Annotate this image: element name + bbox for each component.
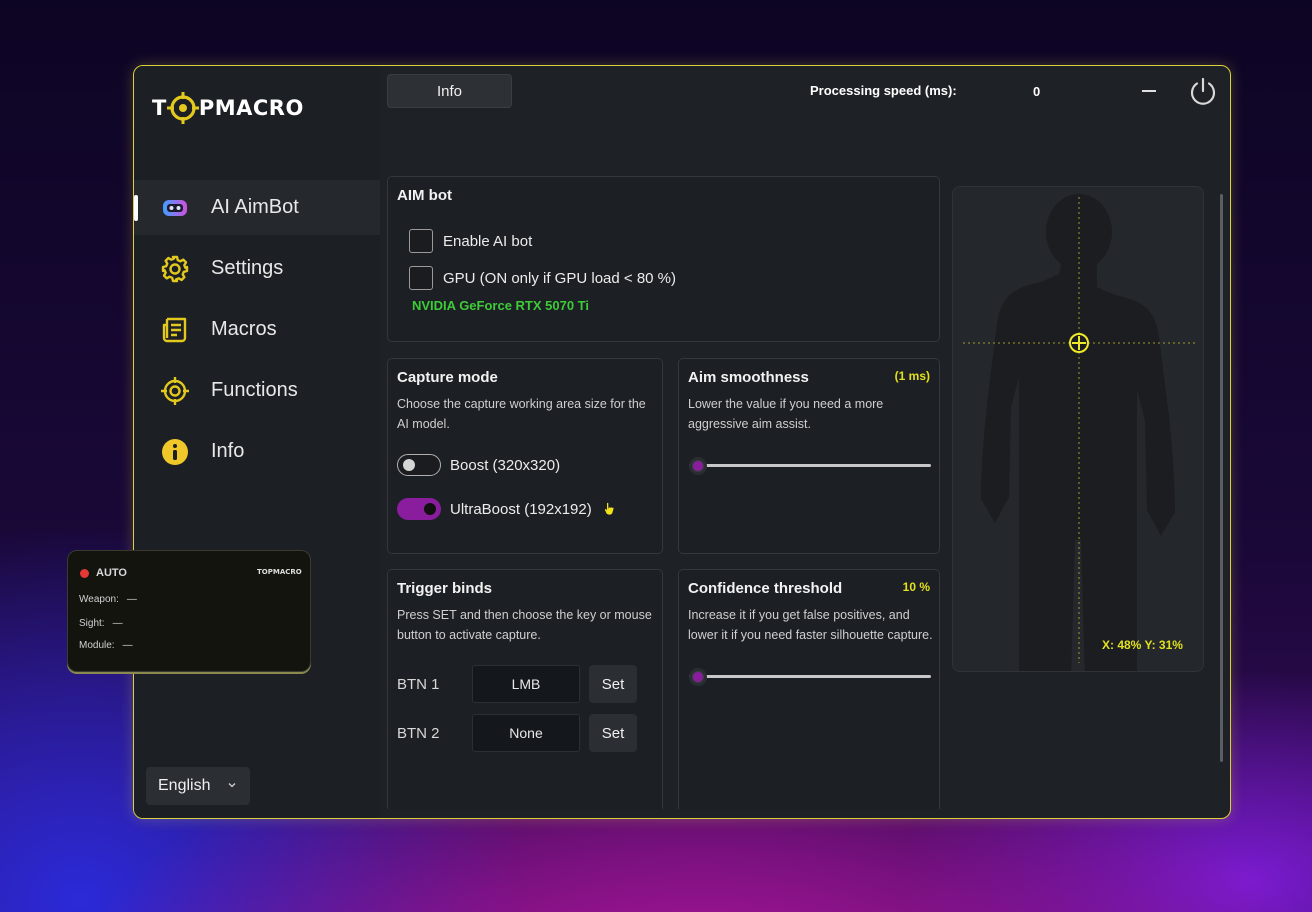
minimize-icon[interactable] <box>1142 90 1156 92</box>
sidebar-item-info[interactable]: Info <box>134 424 380 479</box>
main-content: AIM bot Enable AI bot GPU (ON only if GP… <box>380 146 1230 818</box>
sidebar-item-ai-aimbot[interactable]: AI AimBot <box>134 180 380 235</box>
slider-thumb[interactable] <box>689 668 707 686</box>
sight-value: — <box>112 618 123 629</box>
capture-mode-panel: Capture mode Choose the capture working … <box>387 358 663 554</box>
aim-smoothness-desc: Lower the value if you need a more aggre… <box>688 397 884 431</box>
confidence-threshold-panel: Confidence threshold 10 % Increase it if… <box>678 569 940 809</box>
capture-mode-desc: Choose the capture working area size for… <box>397 397 646 431</box>
weapon-row: Weapon: — <box>79 594 137 605</box>
silhouette-preview <box>963 194 1195 671</box>
set-button[interactable]: Set <box>589 714 637 752</box>
aim-smoothness-slider[interactable] <box>689 457 931 475</box>
weapon-value: — <box>126 594 137 605</box>
pointer-hand-icon <box>604 502 614 515</box>
sidebar-item-label: Info <box>211 440 245 462</box>
robot-icon <box>160 193 190 223</box>
bind-label: BTN 1 <box>397 675 440 693</box>
capture-mode-title: Capture mode <box>397 369 498 386</box>
ultraboost-toggle[interactable] <box>397 498 441 520</box>
boost-row[interactable]: Boost (320x320) <box>397 454 560 476</box>
trigger-binds-title: Trigger binds <box>397 580 493 597</box>
power-icon[interactable] <box>1188 76 1218 106</box>
module-label: Module: <box>79 640 115 651</box>
aim-smoothness-value: (1 ms) <box>894 369 930 383</box>
gpu-label: GPU (ON only if GPU load < 80 %) <box>443 269 676 287</box>
bind-value: LMB <box>472 665 580 703</box>
trigger-binds-desc: Press SET and then choose the key or mou… <box>397 608 652 642</box>
language-value: English <box>158 777 211 794</box>
language-select[interactable]: English <box>146 767 250 805</box>
info-icon <box>160 437 190 467</box>
sidebar-item-label: Functions <box>211 379 298 401</box>
aimbot-title: AIM bot <box>397 187 452 204</box>
aimbot-panel: AIM bot Enable AI bot GPU (ON only if GP… <box>387 176 940 342</box>
enable-ai-bot-row[interactable]: Enable AI bot <box>409 229 532 253</box>
sidebar-item-settings[interactable]: Settings <box>134 241 380 296</box>
status-label: AUTO <box>96 567 127 579</box>
tab-info[interactable]: Info <box>387 74 512 108</box>
gpu-name: NVIDIA GeForce RTX 5070 Ti <box>412 298 590 313</box>
status-overlay: AUTO TOPMACRO Weapon: — Sight: — Module:… <box>67 550 311 672</box>
aim-smoothness-title: Aim smoothness <box>688 369 809 386</box>
status-dot-icon <box>80 568 89 578</box>
overlay-logo: TOPMACRO <box>257 568 302 576</box>
bind-row-1: BTN 1 LMB Set <box>397 665 637 703</box>
sight-row: Sight: — <box>79 618 123 629</box>
ultraboost-row[interactable]: UltraBoost (192x192) <box>397 498 618 520</box>
sidebar-item-functions[interactable]: Functions <box>134 363 380 418</box>
sidebar-item-label: Macros <box>211 318 277 340</box>
logo-crosshair-icon <box>166 92 199 124</box>
sidebar-item-label: AI AimBot <box>211 196 299 218</box>
boost-label: Boost (320x320) <box>450 456 561 474</box>
sidebar: T PMACRO AI AimBot Settings Macros Funct… <box>134 66 380 818</box>
trigger-binds-panel: Trigger binds Press SET and then choose … <box>387 569 663 809</box>
confidence-threshold-value: 10 % <box>902 580 930 594</box>
module-row: Module: — <box>79 640 133 651</box>
confidence-threshold-desc: Increase it if you get false positives, … <box>688 608 933 642</box>
app-window: T PMACRO AI AimBot Settings Macros Funct… <box>133 65 1231 819</box>
set-button[interactable]: Set <box>589 665 637 703</box>
confidence-threshold-title: Confidence threshold <box>688 580 843 597</box>
bind-label: BTN 2 <box>397 724 440 742</box>
content-scrollbar[interactable] <box>1220 194 1223 762</box>
module-value: — <box>122 640 133 651</box>
enable-ai-bot-label: Enable AI bot <box>443 232 533 250</box>
processing-speed-value: 0 <box>1033 84 1041 99</box>
bind-row-2: BTN 2 None Set <box>397 714 637 752</box>
logo-suffix: PMACRO <box>198 96 304 120</box>
target-preview: X: 48% Y: 31% <box>952 186 1204 672</box>
weapon-label: Weapon: <box>79 594 119 605</box>
aim-smoothness-panel: Aim smoothness (1 ms) Lower the value if… <box>678 358 940 554</box>
logo-prefix: T <box>152 96 167 120</box>
gear-icon <box>160 254 190 284</box>
boost-toggle[interactable] <box>397 454 441 476</box>
aim-target-icon <box>1069 333 1089 353</box>
bind-value: None <box>472 714 580 752</box>
app-logo: T PMACRO <box>152 91 304 125</box>
aim-coordinates: X: 48% Y: 31% <box>1102 638 1183 652</box>
confidence-threshold-slider[interactable] <box>689 668 931 686</box>
sight-label: Sight: <box>79 618 105 629</box>
chevron-down-icon <box>228 783 236 788</box>
processing-speed-label: Processing speed (ms): <box>810 83 957 98</box>
status-indicator: AUTO <box>80 567 127 579</box>
slider-thumb[interactable] <box>689 457 707 475</box>
sidebar-nav: AI AimBot Settings Macros Functions Info <box>134 180 380 485</box>
gpu-row[interactable]: GPU (ON only if GPU load < 80 %) <box>409 266 676 290</box>
gpu-checkbox[interactable] <box>409 266 433 290</box>
sidebar-item-macros[interactable]: Macros <box>134 302 380 357</box>
sidebar-item-label: Settings <box>211 257 284 279</box>
crosshair-icon <box>160 376 190 406</box>
document-icon <box>160 315 190 345</box>
enable-ai-bot-checkbox[interactable] <box>409 229 433 253</box>
ultraboost-label: UltraBoost (192x192) <box>450 500 592 518</box>
